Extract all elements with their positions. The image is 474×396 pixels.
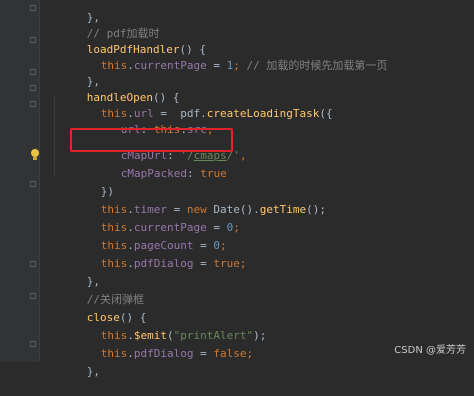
annotation-highlight-box bbox=[70, 128, 233, 152]
code-line: this.$emit("printAlert"); bbox=[100, 329, 267, 342]
fold-marker-icon[interactable] bbox=[30, 293, 36, 299]
code-line: loadPdfHandler() { bbox=[86, 43, 206, 56]
fold-marker-icon[interactable] bbox=[30, 5, 36, 11]
code-line: this.pdfDialog = true; bbox=[100, 257, 247, 270]
watermark: CSDN @爱芳芳 bbox=[394, 345, 466, 356]
code-line: this.url = pdf.createLoadingTask({ bbox=[100, 107, 333, 120]
code-line: this.pdfDialog = false; bbox=[100, 347, 254, 360]
code-line: this.currentPage = 0; bbox=[100, 221, 240, 234]
code-line: this.timer = new Date().getTime(); bbox=[100, 203, 326, 216]
code-line: this.pageCount = 0; bbox=[100, 239, 227, 252]
gutter-divider bbox=[39, 0, 40, 362]
code-line: }, bbox=[86, 75, 100, 88]
code-line: }) bbox=[100, 185, 114, 198]
fold-marker-icon[interactable] bbox=[30, 101, 36, 107]
code-line: cMapPacked: true bbox=[120, 167, 227, 180]
code-line: this.currentPage = 1; // 加载的时候先加载第一页 bbox=[100, 59, 388, 72]
fold-marker-icon[interactable] bbox=[30, 261, 36, 267]
fold-marker-icon[interactable] bbox=[30, 181, 36, 187]
fold-marker-icon[interactable] bbox=[30, 85, 36, 91]
code-line: //关闭弹框 bbox=[86, 293, 144, 306]
code-line: }, bbox=[86, 275, 100, 288]
code-editor[interactable]: }, // pdf加载时 loadPdfHandler() { this.cur… bbox=[0, 0, 474, 378]
fold-marker-icon[interactable] bbox=[30, 69, 36, 75]
code-line: }, bbox=[86, 11, 100, 24]
lightbulb-icon[interactable] bbox=[30, 149, 40, 161]
fold-marker-icon[interactable] bbox=[30, 37, 36, 43]
code-line: // pdf加载时 bbox=[86, 27, 160, 40]
code-line: url: this.src, bbox=[120, 123, 214, 136]
code-line: close() { bbox=[86, 311, 147, 324]
code-line: handleOpen() { bbox=[86, 91, 180, 104]
fold-marker-icon[interactable] bbox=[30, 341, 36, 347]
